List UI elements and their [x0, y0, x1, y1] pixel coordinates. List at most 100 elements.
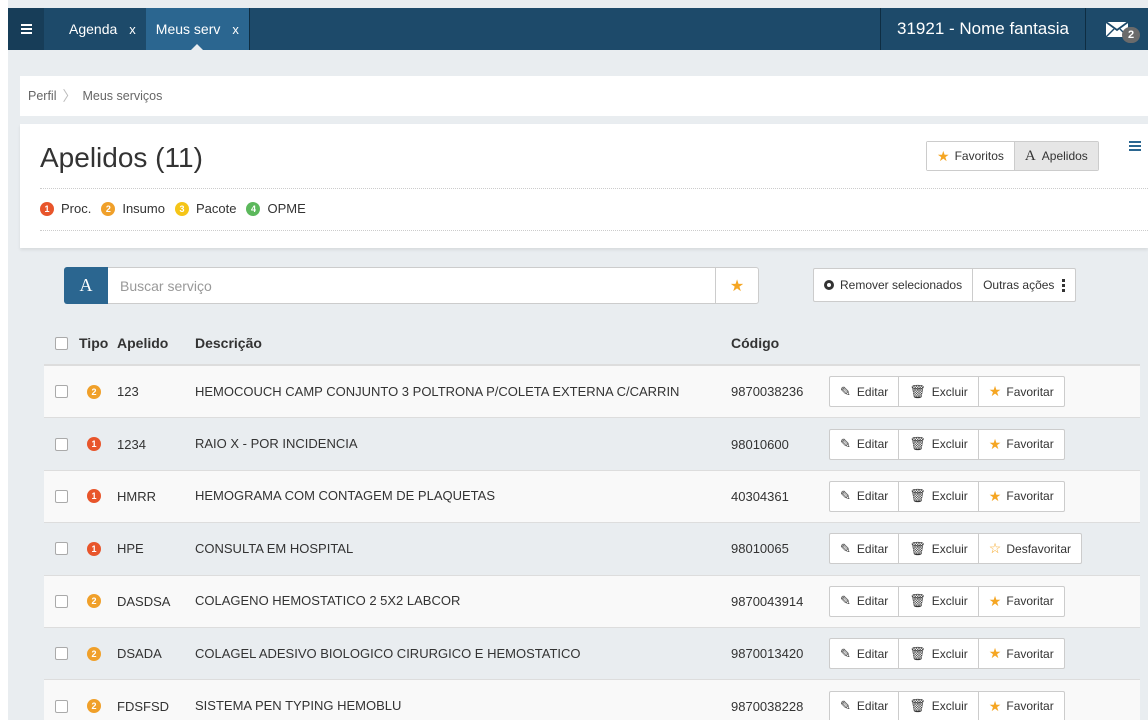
tab-meus-servicos[interactable]: Meus serv x — [145, 8, 249, 50]
row-checkbox[interactable] — [55, 699, 68, 713]
favorite-button[interactable]: ★ Favoritar — [977, 585, 1065, 617]
codigo-cell: 98010600 — [731, 436, 789, 452]
star-icon: ★ — [988, 592, 1002, 609]
row-checkbox[interactable] — [55, 489, 68, 503]
button-label: Favoritar — [1006, 699, 1054, 714]
favorite-button[interactable]: ★ Favoritar — [977, 690, 1065, 720]
edit-button[interactable]: ✎ Editar — [829, 533, 900, 565]
edit-icon: ✎ — [840, 488, 851, 504]
codigo-cell: 9870013420 — [731, 646, 804, 662]
remove-selected-button[interactable]: Remover selecionados — [814, 269, 972, 301]
edit-button[interactable]: ✎ Editar — [829, 428, 900, 460]
button-label: Favoritar — [1006, 646, 1054, 661]
hamburger-menu-icon[interactable] — [8, 8, 44, 50]
table-row: 1 HPE CONSULTA EM HOSPITAL 98010065 ✎ Editar 🗑… — [44, 523, 1140, 576]
edit-button[interactable]: ✎ Editar — [829, 376, 900, 408]
organization-selector[interactable]: 31921 - Nome fantasia — [880, 8, 1086, 50]
close-icon[interactable]: x — [232, 22, 239, 37]
type-badge: 2 — [87, 384, 101, 399]
unfavorite-button[interactable]: ☆ Desfavoritar — [977, 533, 1083, 565]
button-label: Remover selecionados — [840, 278, 963, 292]
divider — [40, 230, 1148, 231]
apelidos-view-button[interactable]: A Apelidos — [1013, 142, 1098, 170]
breadcrumb-item-perfil[interactable]: Perfil — [28, 89, 56, 103]
descricao-cell: RAIO X - POR INCIDENCIA — [195, 436, 358, 452]
favorite-button[interactable]: ★ Favoritar — [977, 428, 1065, 460]
row-actions: ✎ Editar 🗑 Excluir ★ Favoritar — [829, 690, 1065, 720]
table-row: 2 123 HEMOCOUCH CAMP CONJUNTO 3 POLTRONA P… — [44, 366, 1140, 419]
star-icon: ★ — [988, 645, 1002, 662]
star-icon: ★ — [937, 147, 950, 164]
row-actions: ✎ Editar 🗑 Excluir ★ Favoritar — [829, 428, 1065, 460]
page-title: Apelidos (11) — [40, 142, 203, 173]
bulk-actions: Remover selecionados Outras ações — [813, 268, 1077, 302]
delete-button[interactable]: 🗑 Excluir — [898, 428, 979, 460]
descricao-cell: HEMOCOUCH CAMP CONJUNTO 3 POLTRONA P/COL… — [195, 383, 680, 399]
more-actions-button[interactable]: Outras ações — [972, 269, 1075, 301]
button-label: Excluir — [931, 541, 968, 556]
edit-button[interactable]: ✎ Editar — [829, 480, 900, 512]
trash-icon: 🗑 — [909, 540, 926, 556]
apelido-cell: DASDSA — [117, 593, 171, 609]
table-row: 2 DSADA COLAGEL ADESIVO BIOLOGICO CIRURGIC… — [44, 628, 1140, 681]
delete-button[interactable]: 🗑 Excluir — [898, 533, 979, 565]
delete-button[interactable]: 🗑 Excluir — [898, 638, 979, 670]
star-icon: ★ — [988, 435, 1002, 452]
edit-icon: ✎ — [840, 645, 851, 661]
table-row: 1 1234 RAIO X - POR INCIDENCIA 98010600 ✎ Edi… — [44, 418, 1140, 471]
favorite-button[interactable]: ★ Favoritar — [977, 376, 1065, 408]
legend-item-insumo: 2 Insumo — [101, 201, 165, 216]
column-header-tipo: Tipo — [79, 335, 109, 351]
favorites-filter-button[interactable]: ★ — [715, 267, 759, 304]
button-label: Editar — [856, 384, 889, 399]
column-header-descricao: Descrição — [195, 335, 262, 351]
mail-button[interactable]: 2 — [1086, 8, 1148, 50]
button-label: Editar — [856, 594, 889, 609]
row-checkbox[interactable] — [55, 385, 68, 399]
table-header: Tipo Apelido Descrição Código — [44, 322, 1140, 366]
close-icon[interactable]: x — [129, 22, 136, 37]
search-input[interactable] — [108, 267, 716, 304]
button-label: Desfavoritar — [1006, 541, 1072, 556]
edit-icon: ✎ — [840, 383, 851, 399]
row-checkbox[interactable] — [55, 647, 68, 661]
row-actions: ✎ Editar 🗑 Excluir ★ Favoritar — [829, 585, 1065, 617]
apelido-cell: DSADA — [117, 646, 162, 662]
mail-count-badge: 2 — [1122, 27, 1141, 43]
button-label: Excluir — [931, 437, 968, 452]
star-icon: ★ — [988, 697, 1002, 714]
row-checkbox[interactable] — [55, 437, 68, 451]
type-badge: 1 — [87, 437, 101, 452]
select-all-checkbox[interactable] — [55, 336, 68, 350]
view-toggle: ★ Favoritos A Apelidos — [926, 141, 1099, 171]
search-mode-button[interactable]: A — [64, 267, 108, 304]
page-header-card: Apelidos (11) ★ Favoritos A Apelidos 1 P… — [20, 124, 1148, 248]
legend-item-pacote: 3 Pacote — [174, 201, 236, 216]
delete-button[interactable]: 🗑 Excluir — [898, 480, 979, 512]
delete-button[interactable]: 🗑 Excluir — [898, 585, 979, 617]
delete-button[interactable]: 🗑 Excluir — [898, 376, 979, 408]
trash-icon: 🗑 — [909, 645, 926, 661]
descricao-cell: COLAGEL ADESIVO BIOLOGICO CIRURGICO E HE… — [195, 645, 581, 661]
list-view-icon[interactable] — [1129, 141, 1141, 151]
delete-button[interactable]: 🗑 Excluir — [898, 690, 979, 720]
edit-button[interactable]: ✎ Editar — [829, 585, 900, 617]
button-label: Apelidos — [1041, 149, 1088, 163]
descricao-cell: SISTEMA PEN TYPING HEMOBLU — [195, 698, 402, 714]
edit-button[interactable]: ✎ Editar — [829, 638, 900, 670]
favorite-button[interactable]: ★ Favoritar — [977, 638, 1065, 670]
row-checkbox[interactable] — [55, 594, 68, 608]
favorite-button[interactable]: ★ Favoritar — [977, 480, 1065, 512]
star-icon: ★ — [988, 383, 1002, 400]
column-header-codigo: Código — [731, 335, 780, 351]
row-checkbox[interactable] — [55, 542, 68, 556]
legend-label: Insumo — [122, 201, 165, 216]
left-edge — [0, 0, 8, 720]
edit-button[interactable]: ✎ Editar — [829, 690, 900, 720]
type-badge: 4 — [246, 201, 261, 216]
tab-agenda[interactable]: Agenda x — [44, 8, 146, 50]
favoritos-view-button[interactable]: ★ Favoritos — [927, 142, 1014, 170]
tab-label: Agenda — [69, 21, 118, 37]
chevron-right-icon: 〉 — [62, 88, 77, 104]
type-badge: 2 — [87, 594, 101, 609]
